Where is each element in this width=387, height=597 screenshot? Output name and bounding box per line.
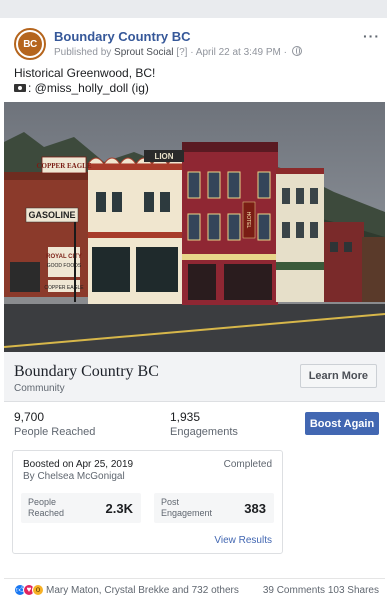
comments-count[interactable]: 39 Comments — [263, 585, 325, 596]
post-text-credit: : @miss_holly_doll (ig) — [14, 81, 155, 96]
globe-icon — [291, 46, 302, 56]
wow-reaction-icon: o — [32, 584, 44, 596]
boost-post-engagement: Post Engagement 383 — [154, 493, 274, 523]
meta-separator: · — [283, 47, 287, 58]
street-photo-illustration: GASOLINE ROYAL CITY GOOD FOODS COPPER EA… — [4, 102, 385, 352]
learn-more-button[interactable]: Learn More — [299, 364, 377, 388]
feed-top-spacer — [0, 0, 387, 18]
link-title[interactable]: Boundary Country BC — [14, 363, 159, 381]
boost-post-engagement-value: 383 — [244, 501, 266, 516]
sign-lion: LION — [154, 152, 173, 161]
sign-copper-eagle-small: COPPER EAGLE — [44, 285, 84, 291]
boost-post-engagement-label: Post Engagement — [161, 497, 213, 518]
post-meta: Published by Sprout Social [?] · April 2… — [54, 46, 302, 58]
meta-prefix: Published by — [54, 47, 112, 58]
engagements-stat: 1,935 Engagements — [170, 410, 238, 438]
sign-copper-eagle: COPPER EAGLE — [36, 162, 91, 170]
engagements-label: Engagements — [170, 426, 238, 438]
camera-icon — [14, 84, 26, 92]
sign-royal-city: ROYAL CITY — [46, 254, 82, 260]
people-reached-stat: 9,700 People Reached — [14, 410, 95, 438]
shares-count[interactable]: 103 Shares — [328, 585, 379, 596]
link-preview[interactable]: Boundary Country BC Community Learn More — [4, 352, 385, 402]
reaction-names[interactable]: Mary Maton, Crystal Brekke and 732 other… — [46, 585, 239, 596]
boost-again-button[interactable]: Boost Again — [305, 412, 379, 435]
view-results-link[interactable]: View Results — [214, 535, 272, 546]
boost-people-reached-value: 2.3K — [105, 501, 133, 516]
boost-people-reached-label: People Reached — [28, 497, 65, 518]
post-text: Historical Greenwood, BC! : @miss_holly_… — [14, 66, 155, 96]
post-text-line: Historical Greenwood, BC! — [14, 66, 156, 80]
boost-author: By Chelsea McGonigal — [23, 471, 125, 482]
link-category: Community — [14, 383, 65, 394]
post-photo[interactable]: GASOLINE ROYAL CITY GOOD FOODS COPPER EA… — [4, 102, 385, 352]
sign-gasoline: GASOLINE — [28, 210, 75, 220]
post-card: BC Boundary Country BC Published by Spro… — [4, 18, 385, 597]
meta-separator: · — [190, 47, 194, 58]
sign-good-foods: GOOD FOODS — [47, 263, 82, 269]
post-insights: 9,700 People Reached 1,935 Engagements B… — [4, 402, 385, 442]
boost-status: Completed — [223, 459, 272, 470]
avatar-logo: BC — [18, 32, 42, 56]
sign-hotel: HOTEL — [245, 212, 251, 229]
people-reached-value: 9,700 — [14, 410, 45, 424]
info-marker[interactable]: [?] — [176, 47, 187, 58]
photo-credit: : @miss_holly_doll (ig) — [28, 81, 149, 95]
boost-summary: Boosted on Apr 25, 2019 By Chelsea McGon… — [12, 450, 283, 554]
boost-people-reached: People Reached 2.3K — [21, 493, 141, 523]
post-timestamp[interactable]: April 22 at 3:49 PM — [196, 47, 281, 58]
reactions-bar: 👍︎ ♥ o Mary Maton, Crystal Brekke and 73… — [4, 578, 385, 597]
page-avatar[interactable]: BC — [14, 28, 46, 60]
engagements-value: 1,935 — [170, 410, 201, 424]
people-reached-label: People Reached — [14, 426, 96, 438]
page-name-link[interactable]: Boundary Country BC — [54, 29, 191, 44]
post-header: BC Boundary Country BC Published by Spro… — [14, 28, 384, 64]
comment-share-counts: 39 Comments 103 Shares — [263, 585, 379, 596]
publisher-link[interactable]: Sprout Social — [114, 47, 173, 58]
boost-date: Boosted on Apr 25, 2019 — [23, 459, 134, 470]
more-options-icon[interactable]: ··· — [363, 28, 380, 44]
